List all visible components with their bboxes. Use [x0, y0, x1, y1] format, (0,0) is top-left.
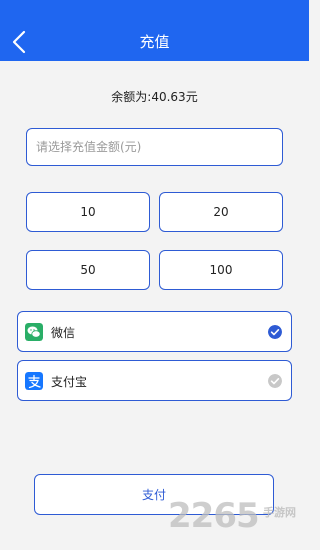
alipay-label: 支付宝	[51, 375, 88, 389]
amount-option-10[interactable]: 10	[26, 192, 150, 232]
watermark-number: 2265	[168, 496, 260, 536]
amount-option-50[interactable]: 50	[26, 250, 150, 290]
wechat-label: 微信	[51, 326, 76, 340]
wechat-icon	[25, 323, 43, 341]
payment-option-alipay[interactable]: 支付宝	[17, 360, 292, 401]
watermark-text: 手游网	[263, 506, 296, 519]
watermark-logo: 2265 手游网	[168, 496, 309, 550]
check-selected-icon	[268, 325, 282, 339]
top-bar: 充值	[0, 0, 309, 61]
amount-option-20[interactable]: 20	[159, 192, 283, 232]
page-title: 充值	[139, 33, 170, 51]
amount-option-100[interactable]: 100	[159, 250, 283, 290]
balance-text: 余额为:40.63元	[111, 90, 198, 104]
amount-input[interactable]	[26, 128, 283, 166]
check-unselected-icon	[268, 374, 282, 388]
alipay-icon	[25, 372, 43, 390]
payment-option-wechat[interactable]: 微信	[17, 311, 292, 352]
